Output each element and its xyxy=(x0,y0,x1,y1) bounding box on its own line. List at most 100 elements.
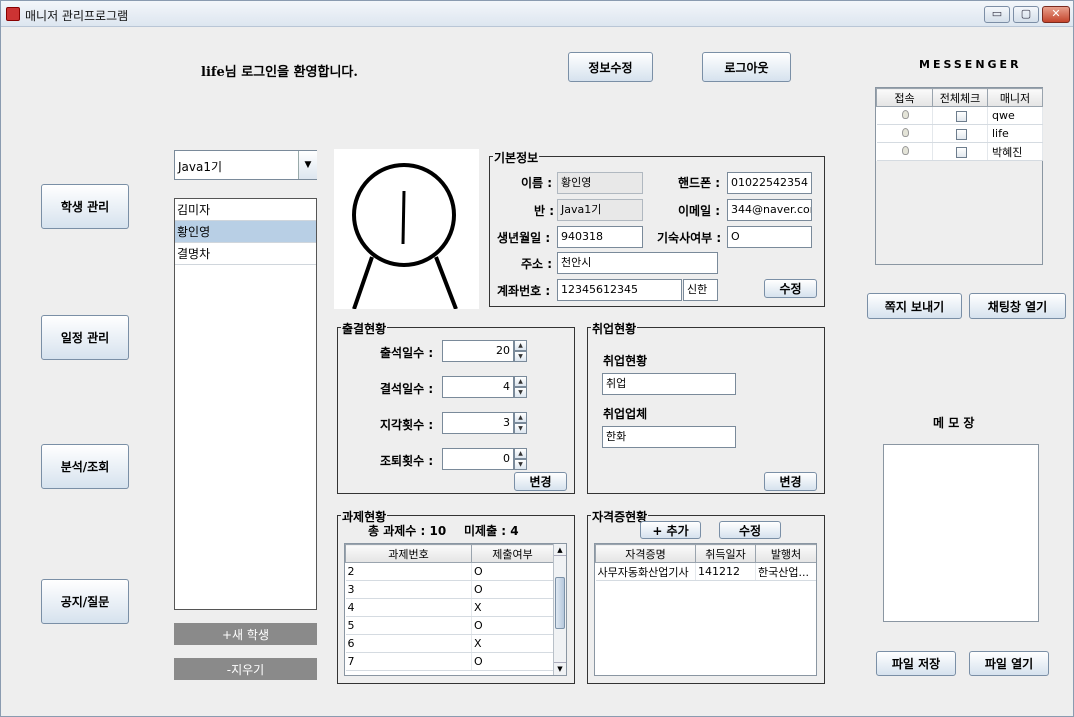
messenger-row[interactable]: qwe xyxy=(876,106,1043,125)
add-certificate-button[interactable]: + 추가 xyxy=(640,521,701,539)
spin-up-icon[interactable]: ▲ xyxy=(514,376,527,387)
account-field[interactable]: 12345612345 xyxy=(557,279,682,301)
manager-name: qwe xyxy=(987,106,1043,125)
email-field[interactable]: 344@naver.com xyxy=(727,199,812,221)
table-cell: 2 xyxy=(345,562,472,581)
column-header[interactable]: 과제번호 xyxy=(345,544,472,563)
column-header[interactable]: 접속 xyxy=(876,88,933,107)
save-file-button[interactable]: 파일 저장 xyxy=(876,651,956,676)
table-cell: 141212 xyxy=(695,562,756,581)
attendance-value[interactable]: 3 xyxy=(442,412,514,434)
attendance-value[interactable]: 20 xyxy=(442,340,514,362)
employment-company-field[interactable]: 한화 xyxy=(602,426,736,448)
send-note-button[interactable]: 쪽지 보내기 xyxy=(867,293,962,319)
address-field[interactable]: 천안시 xyxy=(557,252,718,274)
assignment-scrollbar[interactable]: ▲ ▼ xyxy=(553,544,566,675)
window-title: 매니저 관리프로그램 xyxy=(25,9,129,23)
assignment-row[interactable]: 2O xyxy=(345,562,554,581)
column-header[interactable]: 발행처 xyxy=(755,544,816,563)
column-header[interactable]: 매니저 xyxy=(987,88,1043,107)
messenger-row[interactable]: 박혜진 xyxy=(876,142,1043,161)
notice-question-button[interactable]: 공지/질문 xyxy=(41,579,129,624)
attendance-spinner[interactable]: 4 ▲ ▼ xyxy=(442,376,528,398)
table-cell: 한국산업... xyxy=(755,562,816,581)
table-cell: 4 xyxy=(345,598,472,617)
stick-figure-drawing xyxy=(352,163,458,310)
java-app-icon xyxy=(6,7,20,21)
class-select[interactable]: Java1기 ▼ xyxy=(174,150,317,180)
edit-info-button[interactable]: 정보수정 xyxy=(568,52,653,82)
table-cell: O xyxy=(471,580,554,599)
attendance-spinner[interactable]: 3 ▲ ▼ xyxy=(442,412,528,434)
scroll-down-icon[interactable]: ▼ xyxy=(554,662,566,674)
attendance-value[interactable]: 4 xyxy=(442,376,514,398)
email-label: 이메일 : xyxy=(678,204,721,218)
scroll-thumb[interactable] xyxy=(555,577,565,629)
employment-status-field[interactable]: 취업 xyxy=(602,373,736,395)
messenger-row[interactable]: life xyxy=(876,124,1043,143)
student-list-item[interactable]: 김미자 xyxy=(175,199,316,221)
open-chat-button[interactable]: 채팅창 열기 xyxy=(969,293,1066,319)
table-cell: 3 xyxy=(345,580,472,599)
status-cell xyxy=(876,106,933,125)
check-cell xyxy=(932,124,988,143)
student-list-item[interactable]: 황인영 xyxy=(175,221,316,243)
employment-company-label: 취업업체 xyxy=(603,407,648,421)
column-header[interactable]: 취득일자 xyxy=(695,544,756,563)
minimize-icon[interactable]: ▭ xyxy=(984,6,1010,23)
assignment-row[interactable]: 5O xyxy=(345,616,554,635)
attendance-spinner[interactable]: 0 ▲ ▼ xyxy=(442,448,528,470)
table-cell: O xyxy=(471,652,554,671)
assignment-row[interactable]: 3O xyxy=(345,580,554,599)
spin-up-icon[interactable]: ▲ xyxy=(514,340,527,351)
checkbox[interactable] xyxy=(955,128,967,140)
spin-down-icon[interactable]: ▼ xyxy=(514,351,527,362)
assignment-total: 총 과제수 : 10 xyxy=(368,524,447,538)
close-icon[interactable]: ✕ xyxy=(1042,6,1070,23)
spin-down-icon[interactable]: ▼ xyxy=(514,387,527,398)
spin-down-icon[interactable]: ▼ xyxy=(514,459,527,470)
phone-field[interactable]: 01022542354 xyxy=(727,172,812,194)
edit-certificate-button[interactable]: 수정 xyxy=(719,521,781,539)
column-header[interactable]: 전체체크 xyxy=(932,88,988,107)
column-header[interactable]: 자격증명 xyxy=(595,544,696,563)
attendance-label: 출석일수 : xyxy=(380,346,434,360)
table-cell: X xyxy=(471,634,554,653)
logout-button[interactable]: 로그아웃 xyxy=(702,52,791,82)
schedule-management-button[interactable]: 일정 관리 xyxy=(41,315,129,360)
chevron-down-icon[interactable]: ▼ xyxy=(298,151,317,179)
checkbox[interactable] xyxy=(955,110,967,122)
spin-up-icon[interactable]: ▲ xyxy=(514,412,527,423)
lightbulb-icon xyxy=(901,128,909,137)
column-header[interactable]: 제출여부 xyxy=(471,544,554,563)
student-list-item[interactable]: 결명차 xyxy=(175,243,316,265)
dorm-field[interactable]: O xyxy=(727,226,812,248)
memo-textarea[interactable] xyxy=(883,444,1039,622)
class-label: 반 : xyxy=(534,204,555,218)
basic-info-edit-button[interactable]: 수정 xyxy=(764,279,817,298)
assignment-row[interactable]: 7O xyxy=(345,652,554,671)
student-photo xyxy=(334,149,479,310)
assignment-row[interactable]: 4X xyxy=(345,598,554,617)
checkbox[interactable] xyxy=(955,146,967,158)
student-management-button[interactable]: 학생 관리 xyxy=(41,184,129,229)
class-field[interactable]: Java1기 xyxy=(557,199,643,221)
spin-down-icon[interactable]: ▼ xyxy=(514,423,527,434)
scroll-up-icon[interactable]: ▲ xyxy=(554,544,566,556)
spin-up-icon[interactable]: ▲ xyxy=(514,448,527,459)
name-field[interactable]: 황인영 xyxy=(557,172,643,194)
maximize-icon[interactable]: ▢ xyxy=(1013,6,1039,23)
attendance-label: 지각횟수 : xyxy=(380,418,434,432)
attendance-value[interactable]: 0 xyxy=(442,448,514,470)
attendance-spinner[interactable]: 20 ▲ ▼ xyxy=(442,340,528,362)
add-student-button[interactable]: +새 학생 xyxy=(174,623,317,645)
attendance-change-button[interactable]: 변경 xyxy=(514,472,567,491)
birth-field[interactable]: 940318 xyxy=(557,226,643,248)
bank-field[interactable]: 신한 xyxy=(683,279,718,301)
assignment-row[interactable]: 6X xyxy=(345,634,554,653)
open-file-button[interactable]: 파일 열기 xyxy=(969,651,1049,676)
certificate-row[interactable]: 사무자동화산업기사 141212 한국산업... xyxy=(595,562,816,581)
analysis-button[interactable]: 분석/조회 xyxy=(41,444,129,489)
employment-change-button[interactable]: 변경 xyxy=(764,472,817,491)
delete-student-button[interactable]: -지우기 xyxy=(174,658,317,680)
